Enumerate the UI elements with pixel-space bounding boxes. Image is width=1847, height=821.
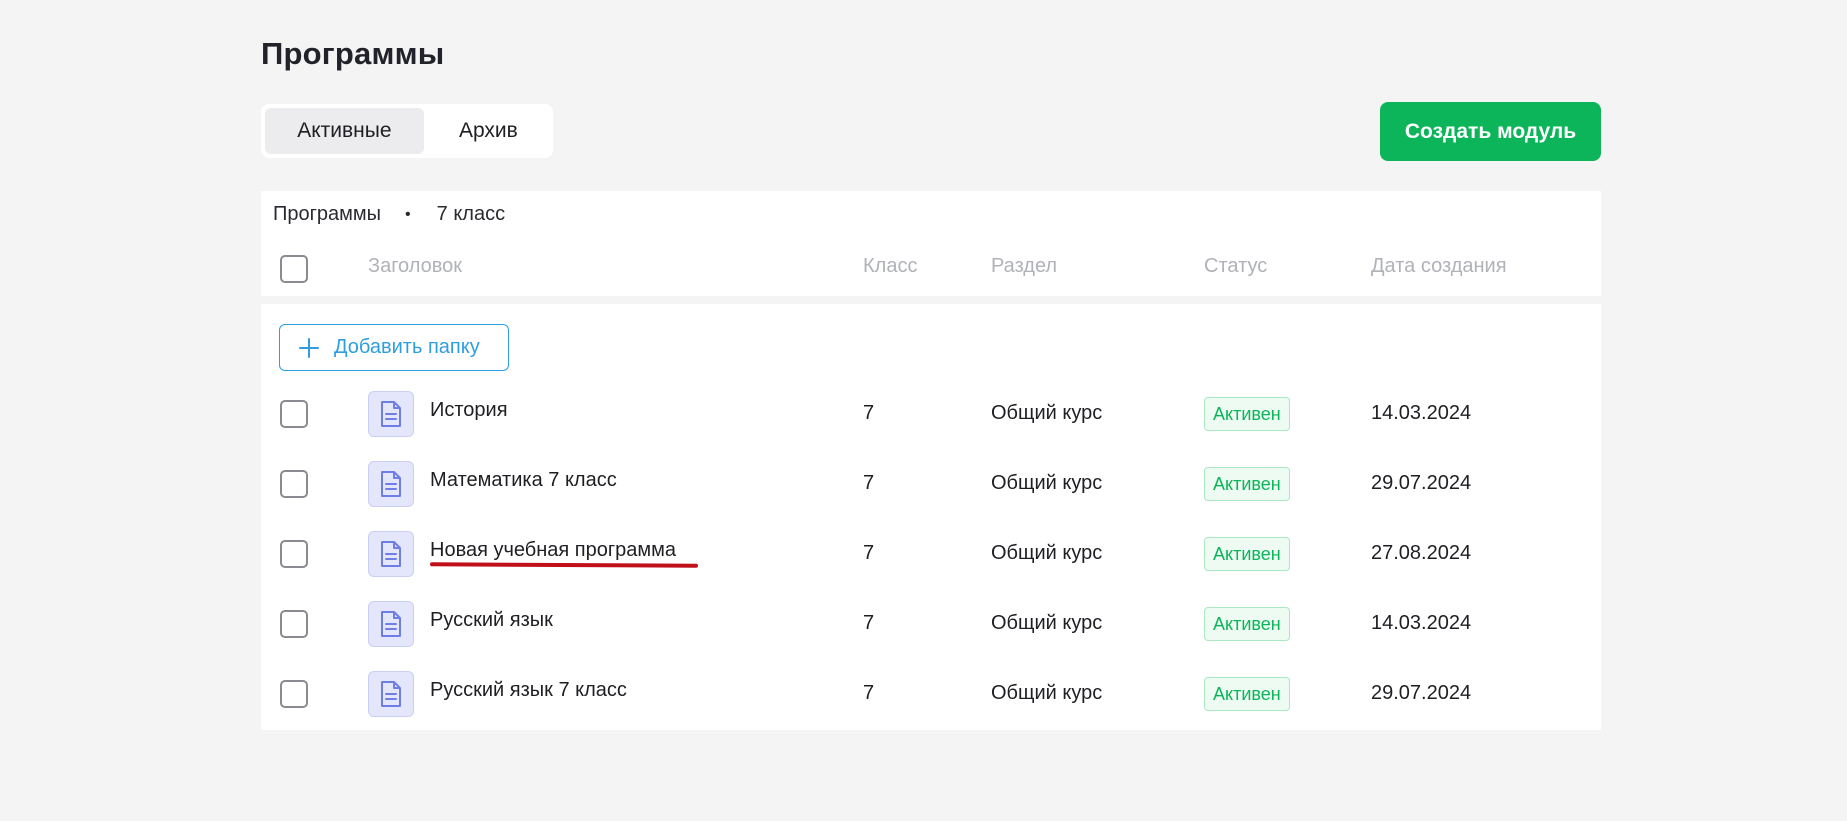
- row-grade: 7: [863, 542, 875, 564]
- row-grade: 7: [863, 612, 875, 634]
- document-icon: [368, 671, 414, 717]
- breadcrumb: Программы • 7 класс: [273, 203, 505, 226]
- add-folder-button[interactable]: Добавить папку: [279, 324, 509, 371]
- row-title[interactable]: Русский язык: [430, 609, 553, 632]
- tab-archive[interactable]: Архив: [428, 108, 549, 154]
- row-section: Общий курс: [991, 542, 1103, 564]
- table-header-row: Заголовок Класс Раздел Статус Дата созда…: [261, 243, 1601, 291]
- status-badge: Активен: [1204, 607, 1290, 641]
- row-created-date: 14.03.2024: [1371, 612, 1472, 634]
- document-icon: [368, 601, 414, 647]
- column-header-grade[interactable]: Класс: [863, 255, 917, 278]
- table-header-card: Программы • 7 класс Заголовок Класс Разд…: [261, 191, 1601, 296]
- row-section: Общий курс: [991, 682, 1103, 704]
- row-title[interactable]: Новая учебная программа: [430, 539, 676, 562]
- column-header-status[interactable]: Статус: [1204, 255, 1267, 278]
- highlight-underline: [429, 562, 699, 568]
- page-title: Программы: [261, 36, 445, 71]
- column-header-created[interactable]: Дата создания: [1371, 255, 1507, 278]
- add-folder-label: Добавить папку: [334, 336, 480, 358]
- status-tabs: Активные Архив: [261, 104, 553, 158]
- row-section: Общий курс: [991, 612, 1103, 634]
- row-checkbox[interactable]: [280, 470, 308, 498]
- table-row[interactable]: Русский язык 7 Общий курс Активен 14.03.…: [261, 589, 1601, 659]
- tab-active[interactable]: Активные: [265, 108, 424, 154]
- row-checkbox[interactable]: [280, 610, 308, 638]
- row-grade: 7: [863, 472, 875, 494]
- table-row[interactable]: Новая учебная программа 7 Общий курс Акт…: [261, 519, 1601, 589]
- row-checkbox[interactable]: [280, 680, 308, 708]
- table-row[interactable]: Математика 7 класс 7 Общий курс Активен …: [261, 449, 1601, 519]
- status-badge: Активен: [1204, 397, 1290, 431]
- table-row[interactable]: История 7 Общий курс Активен 14.03.2024: [261, 379, 1601, 449]
- row-created-date: 29.07.2024: [1371, 682, 1472, 704]
- select-all-checkbox[interactable]: [280, 255, 308, 283]
- row-section: Общий курс: [991, 472, 1103, 494]
- table-body: Добавить папку История 7 Общий курс Акти…: [261, 304, 1601, 730]
- document-icon: [368, 391, 414, 437]
- row-grade: 7: [863, 682, 875, 704]
- row-checkbox[interactable]: [280, 400, 308, 428]
- programs-page: Программы Активные Архив Создать модуль …: [0, 0, 1847, 821]
- row-section: Общий курс: [991, 402, 1103, 424]
- document-icon: [368, 461, 414, 507]
- status-badge: Активен: [1204, 537, 1290, 571]
- row-title[interactable]: Математика 7 класс: [430, 469, 617, 492]
- status-badge: Активен: [1204, 677, 1290, 711]
- row-created-date: 27.08.2024: [1371, 542, 1472, 564]
- column-header-title[interactable]: Заголовок: [368, 255, 462, 278]
- row-created-date: 14.03.2024: [1371, 402, 1472, 424]
- row-title[interactable]: Русский язык 7 класс: [430, 679, 627, 702]
- table-row[interactable]: Русский язык 7 класс 7 Общий курс Активе…: [261, 659, 1601, 729]
- status-badge: Активен: [1204, 467, 1290, 501]
- plus-icon: [299, 337, 319, 358]
- breadcrumb-current: 7 класс: [436, 203, 506, 225]
- column-header-section[interactable]: Раздел: [991, 255, 1057, 278]
- row-created-date: 29.07.2024: [1371, 472, 1472, 494]
- breadcrumb-separator: •: [405, 205, 411, 223]
- document-icon: [368, 531, 414, 577]
- row-title[interactable]: История: [430, 399, 508, 422]
- row-grade: 7: [863, 402, 875, 424]
- breadcrumb-root[interactable]: Программы: [273, 203, 381, 226]
- row-checkbox[interactable]: [280, 540, 308, 568]
- create-module-button[interactable]: Создать модуль: [1380, 102, 1601, 161]
